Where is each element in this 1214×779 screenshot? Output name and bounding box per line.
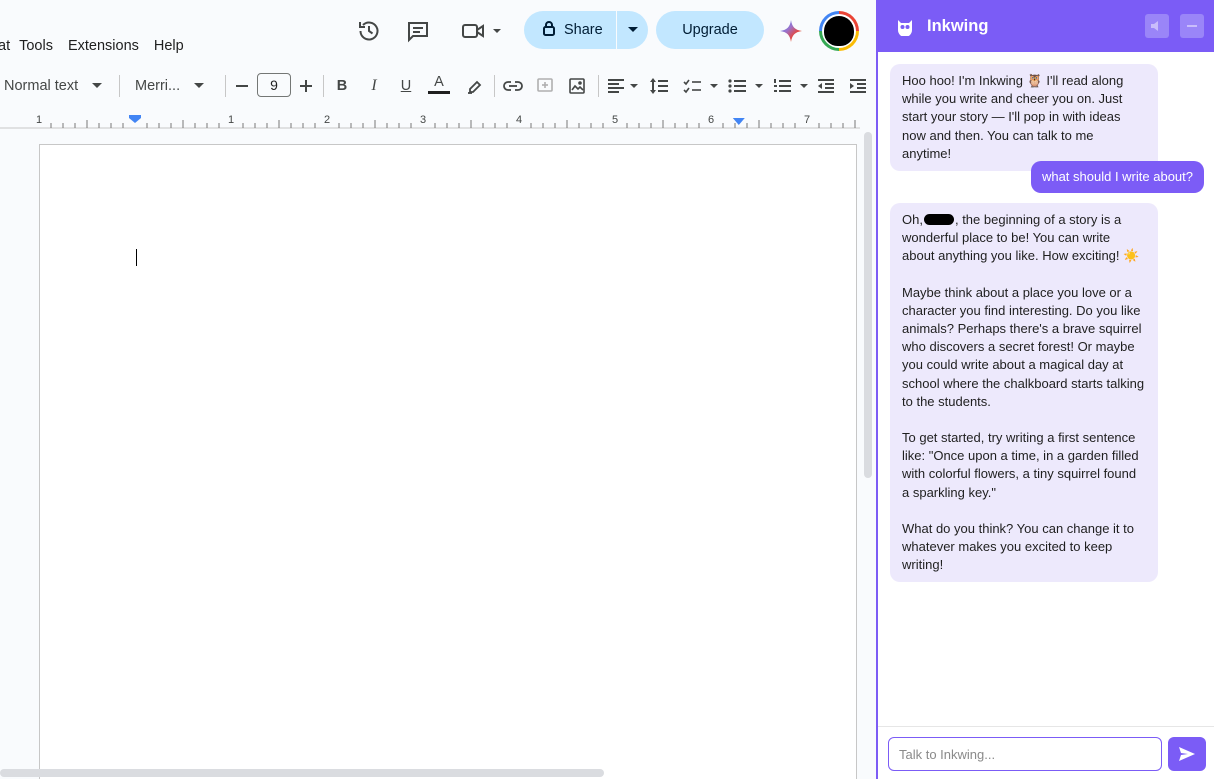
paragraph-style-select[interactable]: Normal text [4,68,108,104]
font-family-label: Merri... [135,78,181,94]
menu-tools[interactable]: Tools [19,38,53,54]
upgrade-button[interactable]: Upgrade [656,11,764,49]
ruler-number: 1 [228,114,234,126]
horizontal-scrollbar[interactable] [0,769,604,777]
share-label: Share [564,22,603,38]
avatar-inner [822,14,856,48]
mute-button[interactable] [1145,14,1169,38]
avatar[interactable] [819,11,859,51]
highlight-icon[interactable] [463,68,485,104]
insert-image-icon[interactable] [566,68,588,104]
minimize-button[interactable] [1180,14,1204,38]
chat-input[interactable] [888,737,1162,771]
italic-button[interactable]: I [364,68,384,104]
owl-icon [898,20,912,36]
plus-icon [300,80,312,92]
send-button[interactable] [1168,737,1206,771]
bot-message: Hoo hoo! I'm Inkwing 🦉 I'll read along w… [890,64,1158,172]
minus-icon [236,85,248,87]
menubar: at Tools Extensions Help [0,36,199,56]
text-color-button[interactable]: A [427,66,451,102]
share-dropdown-button[interactable] [617,11,648,49]
vertical-scrollbar[interactable] [864,132,872,478]
toolbar-divider [119,75,120,97]
chevron-down-icon [627,27,638,32]
send-icon [1179,747,1195,761]
decrease-indent-icon[interactable] [815,68,837,104]
avatar-image [824,16,854,46]
lock-icon [542,20,556,40]
gemini-sparkle-icon[interactable] [779,18,803,44]
ruler-number: 3 [420,114,426,126]
ruler[interactable]: 1 1 2 3 4 5 6 7 [0,110,860,130]
share-button-group: Share [524,11,648,49]
minimize-icon [1187,25,1197,27]
ruler-number: 6 [708,114,714,126]
ruler-number: 4 [516,114,522,126]
text-color-glyph: A [434,74,444,90]
bulleted-list-icon[interactable] [727,68,765,104]
bot-message-paragraph: To get started, try writing a first sent… [902,430,1139,500]
line-spacing-icon[interactable] [648,68,670,104]
inkwing-panel: Inkwing Hoo hoo! I'm Inkwing 🦉 I'll read… [876,0,1214,779]
numbered-list-icon[interactable] [772,68,810,104]
link-icon[interactable] [502,68,524,104]
toolbar-divider [494,75,495,97]
inkwing-header: Inkwing [878,0,1214,52]
chevron-down-icon [194,83,205,88]
bot-message: Oh,, the beginning of a story is a wonde… [890,203,1158,583]
document-page[interactable] [39,144,857,779]
toolbar-divider [323,75,324,97]
share-button[interactable]: Share [524,11,616,49]
align-left-icon[interactable] [606,68,640,104]
paragraph-style-label: Normal text [4,78,79,94]
bold-button[interactable]: B [332,68,352,104]
greeting-prefix: Oh, [902,212,923,227]
text-cursor [136,249,137,266]
underline-button[interactable]: U [396,68,416,104]
increase-font-size-button[interactable] [297,68,315,104]
add-comment-icon[interactable] [534,68,556,104]
ruler-number: 7 [804,114,810,126]
speaker-icon [1151,21,1158,31]
user-message: what should I write about? [1030,161,1204,194]
ruler-number: 5 [612,114,618,126]
menu-format[interactable]: at [0,38,10,54]
video-camera-icon[interactable] [459,18,505,44]
increase-indent-icon[interactable] [847,68,869,104]
ruler-number: 2 [324,114,330,126]
chevron-down-icon [92,83,103,88]
comment-icon[interactable] [405,18,431,44]
checklist-icon[interactable] [682,68,720,104]
menu-help[interactable]: Help [154,38,184,54]
font-family-select[interactable]: Merri... [135,68,211,104]
history-icon[interactable] [356,18,382,44]
bot-message-paragraph: Maybe think about a place you love or a … [902,284,1145,409]
inkwing-footer [878,726,1214,779]
font-size-input[interactable]: 9 [257,73,291,97]
ruler-number: 1 [36,114,42,126]
redacted-name [923,214,954,226]
decrease-font-size-button[interactable] [233,68,251,104]
bot-message-paragraph: What do you think? You can change it to … [902,520,1135,573]
bot-message-paragraph: Oh,, the beginning of a story is a wonde… [902,211,1146,266]
docs-editor: at Tools Extensions Help Share Upgrade N… [0,0,876,779]
menu-extensions[interactable]: Extensions [68,38,139,54]
toolbar-divider [598,75,599,97]
text-color-bar [428,91,450,94]
inkwing-title: Inkwing [927,17,989,35]
left-indent-marker [129,115,141,123]
toolbar-divider [225,75,226,97]
